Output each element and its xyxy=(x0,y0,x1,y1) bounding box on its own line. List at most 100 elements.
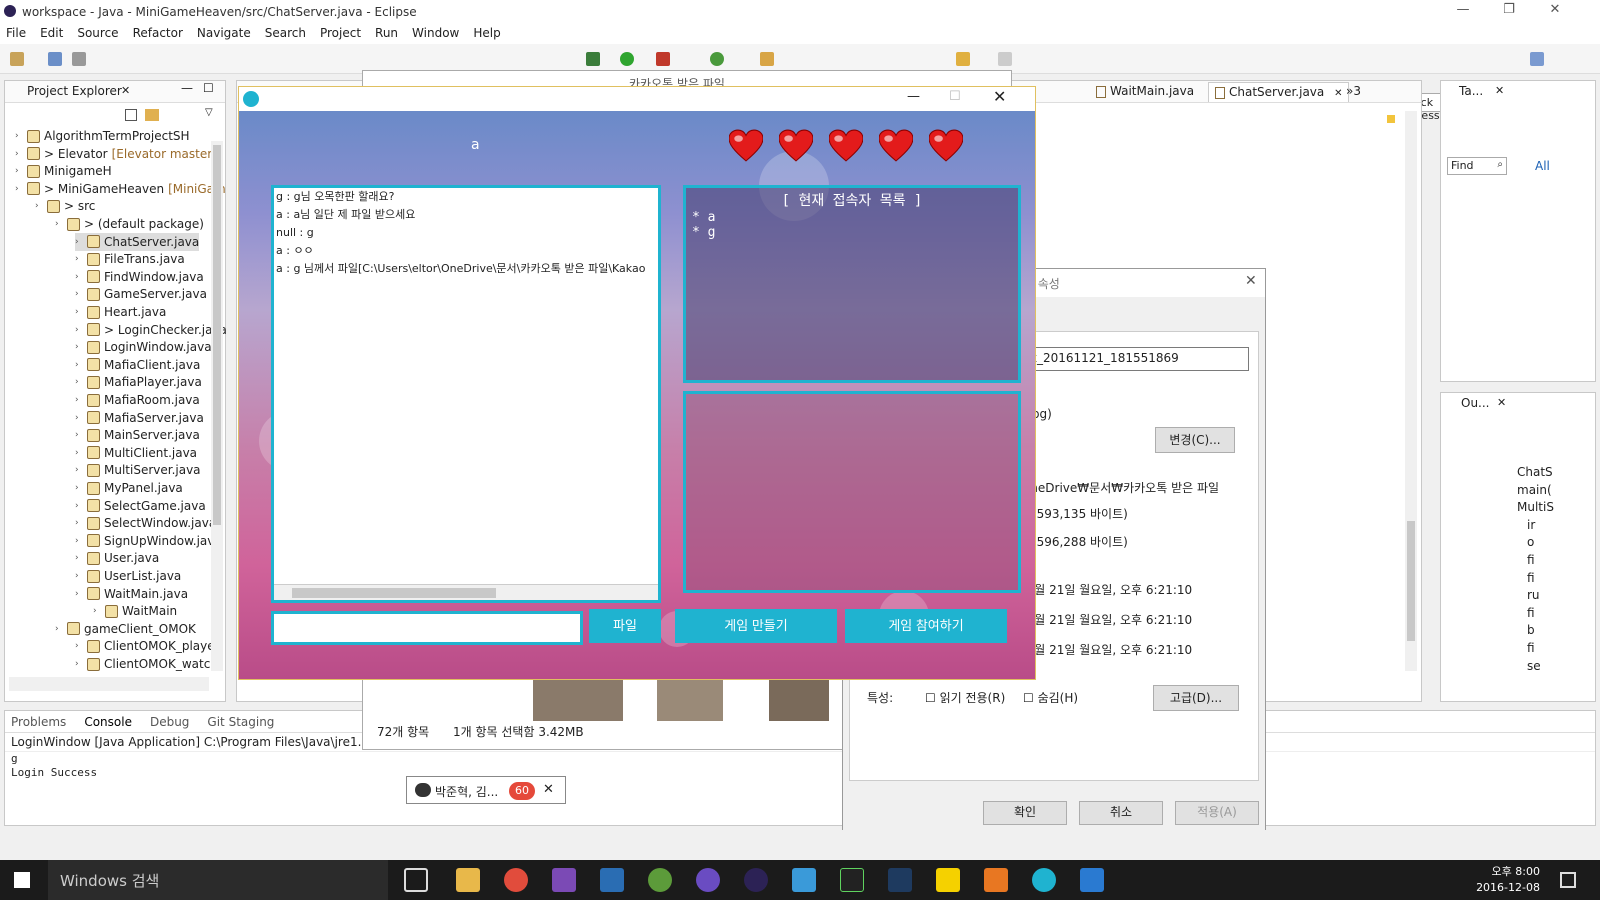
tree-item[interactable]: › FindWindow.java xyxy=(75,268,204,286)
close-icon[interactable]: ✕ xyxy=(543,782,554,797)
close-button[interactable]: ✕ xyxy=(993,87,1006,106)
tree-item[interactable]: › > Elevator [Elevator master] xyxy=(15,145,217,163)
join-game-button[interactable]: 게임 참여하기 xyxy=(845,609,1007,643)
maximize-button[interactable]: ☐ xyxy=(949,89,961,104)
tree-item[interactable]: › WaitMain xyxy=(93,602,177,620)
outline-item[interactable]: ChatS xyxy=(1517,465,1553,479)
tree-item[interactable]: › ClientOMOK_watch xyxy=(75,655,218,673)
tree-item[interactable]: › MafiaRoom.java xyxy=(75,391,200,409)
make-game-button[interactable]: 게임 만들기 xyxy=(675,609,837,643)
tree-item[interactable]: › ClientOMOK_player. xyxy=(75,637,222,655)
explorer-scrollbar[interactable] xyxy=(211,141,223,671)
file-explorer-icon[interactable] xyxy=(456,868,480,892)
expand-arrow-icon[interactable]: › xyxy=(75,325,87,335)
expand-arrow-icon[interactable]: › xyxy=(75,307,87,317)
chat-hscrollbar[interactable] xyxy=(274,584,658,600)
chrome-icon[interactable] xyxy=(504,868,528,892)
tree-item[interactable]: › User.java xyxy=(75,549,159,567)
menu-edit[interactable]: Edit xyxy=(40,26,63,40)
close-button[interactable]: ✕ xyxy=(1532,2,1578,22)
expand-arrow-icon[interactable]: › xyxy=(75,501,87,511)
readonly-checkbox[interactable]: ☐ 읽기 전용(R) xyxy=(925,689,1005,706)
expand-arrow-icon[interactable]: › xyxy=(15,131,27,141)
expand-arrow-icon[interactable]: › xyxy=(75,254,87,264)
find-input[interactable]: Find ⌕ xyxy=(1447,157,1507,175)
expand-arrow-icon[interactable]: › xyxy=(55,219,67,229)
outline-item[interactable]: fi xyxy=(1527,606,1535,620)
expand-arrow-icon[interactable]: › xyxy=(75,377,87,387)
menu-window[interactable]: Window xyxy=(412,26,459,40)
windows-search[interactable]: Windows 검색 xyxy=(48,860,388,900)
editor-scrollbar[interactable] xyxy=(1405,111,1417,671)
close-icon[interactable]: ✕ xyxy=(1497,396,1506,409)
tree-item[interactable]: › gameClient_OMOK xyxy=(55,620,196,638)
expand-arrow-icon[interactable]: › xyxy=(75,641,87,651)
start-icon[interactable] xyxy=(14,872,30,888)
tab-problems[interactable]: Problems xyxy=(11,715,66,729)
tree-item[interactable]: › > LoginChecker.java xyxy=(75,321,227,339)
expand-arrow-icon[interactable]: › xyxy=(93,606,105,616)
minimize-icon[interactable]: — xyxy=(181,81,193,95)
chat-input[interactable] xyxy=(271,611,583,645)
task-view-icon[interactable] xyxy=(404,868,428,892)
expand-arrow-icon[interactable]: › xyxy=(75,360,87,370)
print-icon[interactable] xyxy=(72,52,86,66)
eclipse-taskbar-icon[interactable] xyxy=(744,868,768,892)
outline-item[interactable]: main( xyxy=(1517,483,1552,497)
photos-icon[interactable] xyxy=(1080,868,1104,892)
hidden-checkbox[interactable]: ☐ 숨김(H) xyxy=(1023,689,1078,706)
expand-arrow-icon[interactable]: › xyxy=(75,518,87,528)
all-link[interactable]: All xyxy=(1535,159,1550,173)
minimize-button[interactable]: — xyxy=(907,89,920,104)
expand-arrow-icon[interactable]: › xyxy=(75,589,87,599)
expand-arrow-icon[interactable]: › xyxy=(75,553,87,563)
expand-arrow-icon[interactable]: › xyxy=(15,184,27,194)
expand-arrow-icon[interactable]: › xyxy=(75,448,87,458)
run-icon[interactable] xyxy=(620,52,634,66)
cancel-button[interactable]: 취소 xyxy=(1079,801,1163,825)
tree-item[interactable]: › WaitMain.java xyxy=(75,585,188,603)
tree-item[interactable]: › SelectWindow.java xyxy=(75,514,216,532)
tree-item[interactable]: › ChatServer.java xyxy=(75,232,200,251)
outline-item[interactable]: ru xyxy=(1527,588,1540,602)
outline-item[interactable]: fi xyxy=(1527,641,1535,655)
tree-item[interactable]: › LoginWindow.java xyxy=(75,338,212,356)
link-editor-icon[interactable] xyxy=(145,109,159,121)
kakaotalk-icon[interactable] xyxy=(936,868,960,892)
expand-arrow-icon[interactable]: › xyxy=(55,624,67,634)
menu-run[interactable]: Run xyxy=(375,26,398,40)
ok-button[interactable]: 확인 xyxy=(983,801,1067,825)
tree-item[interactable]: › GameServer.java xyxy=(75,285,207,303)
expand-arrow-icon[interactable]: › xyxy=(75,237,87,247)
menu-help[interactable]: Help xyxy=(473,26,500,40)
tab-overflow[interactable]: »3 xyxy=(1340,82,1367,102)
tree-item[interactable]: › MyPanel.java xyxy=(75,479,183,497)
tab-chatserver[interactable]: ChatServer.java ✕ xyxy=(1208,82,1350,102)
tree-item[interactable]: › MafiaPlayer.java xyxy=(75,373,202,391)
advanced-button[interactable]: 고급(D)... xyxy=(1153,685,1239,711)
expand-arrow-icon[interactable]: › xyxy=(75,483,87,493)
tree-item[interactable]: › FileTrans.java xyxy=(75,250,185,268)
outline-item[interactable]: se xyxy=(1527,659,1541,673)
expand-arrow-icon[interactable]: › xyxy=(75,272,87,282)
tree-item[interactable]: › MultiClient.java xyxy=(75,444,197,462)
expand-arrow-icon[interactable]: › xyxy=(75,536,87,546)
back-icon[interactable] xyxy=(956,52,970,66)
expand-arrow-icon[interactable]: › xyxy=(15,166,27,176)
external-tools-icon[interactable] xyxy=(656,52,670,66)
tree-item[interactable]: › > src xyxy=(35,197,95,215)
forward-icon[interactable] xyxy=(998,52,1012,66)
tree-item[interactable]: › MultiServer.java xyxy=(75,461,201,479)
menu-project[interactable]: Project xyxy=(320,26,361,40)
android-studio-icon[interactable] xyxy=(648,868,672,892)
clock[interactable]: 오후 8:00 2016-12-08 xyxy=(1476,864,1540,896)
expand-arrow-icon[interactable]: › xyxy=(35,201,47,211)
notepad-icon[interactable] xyxy=(792,868,816,892)
mysql-icon[interactable] xyxy=(888,868,912,892)
close-icon[interactable]: ✕ xyxy=(1495,84,1504,97)
explorer-hscrollbar[interactable] xyxy=(9,677,209,691)
expand-arrow-icon[interactable]: › xyxy=(75,413,87,423)
user-entry[interactable]: * a xyxy=(686,210,1018,225)
outline-item[interactable]: ir xyxy=(1527,518,1535,532)
file-button[interactable]: 파일 xyxy=(589,609,661,643)
